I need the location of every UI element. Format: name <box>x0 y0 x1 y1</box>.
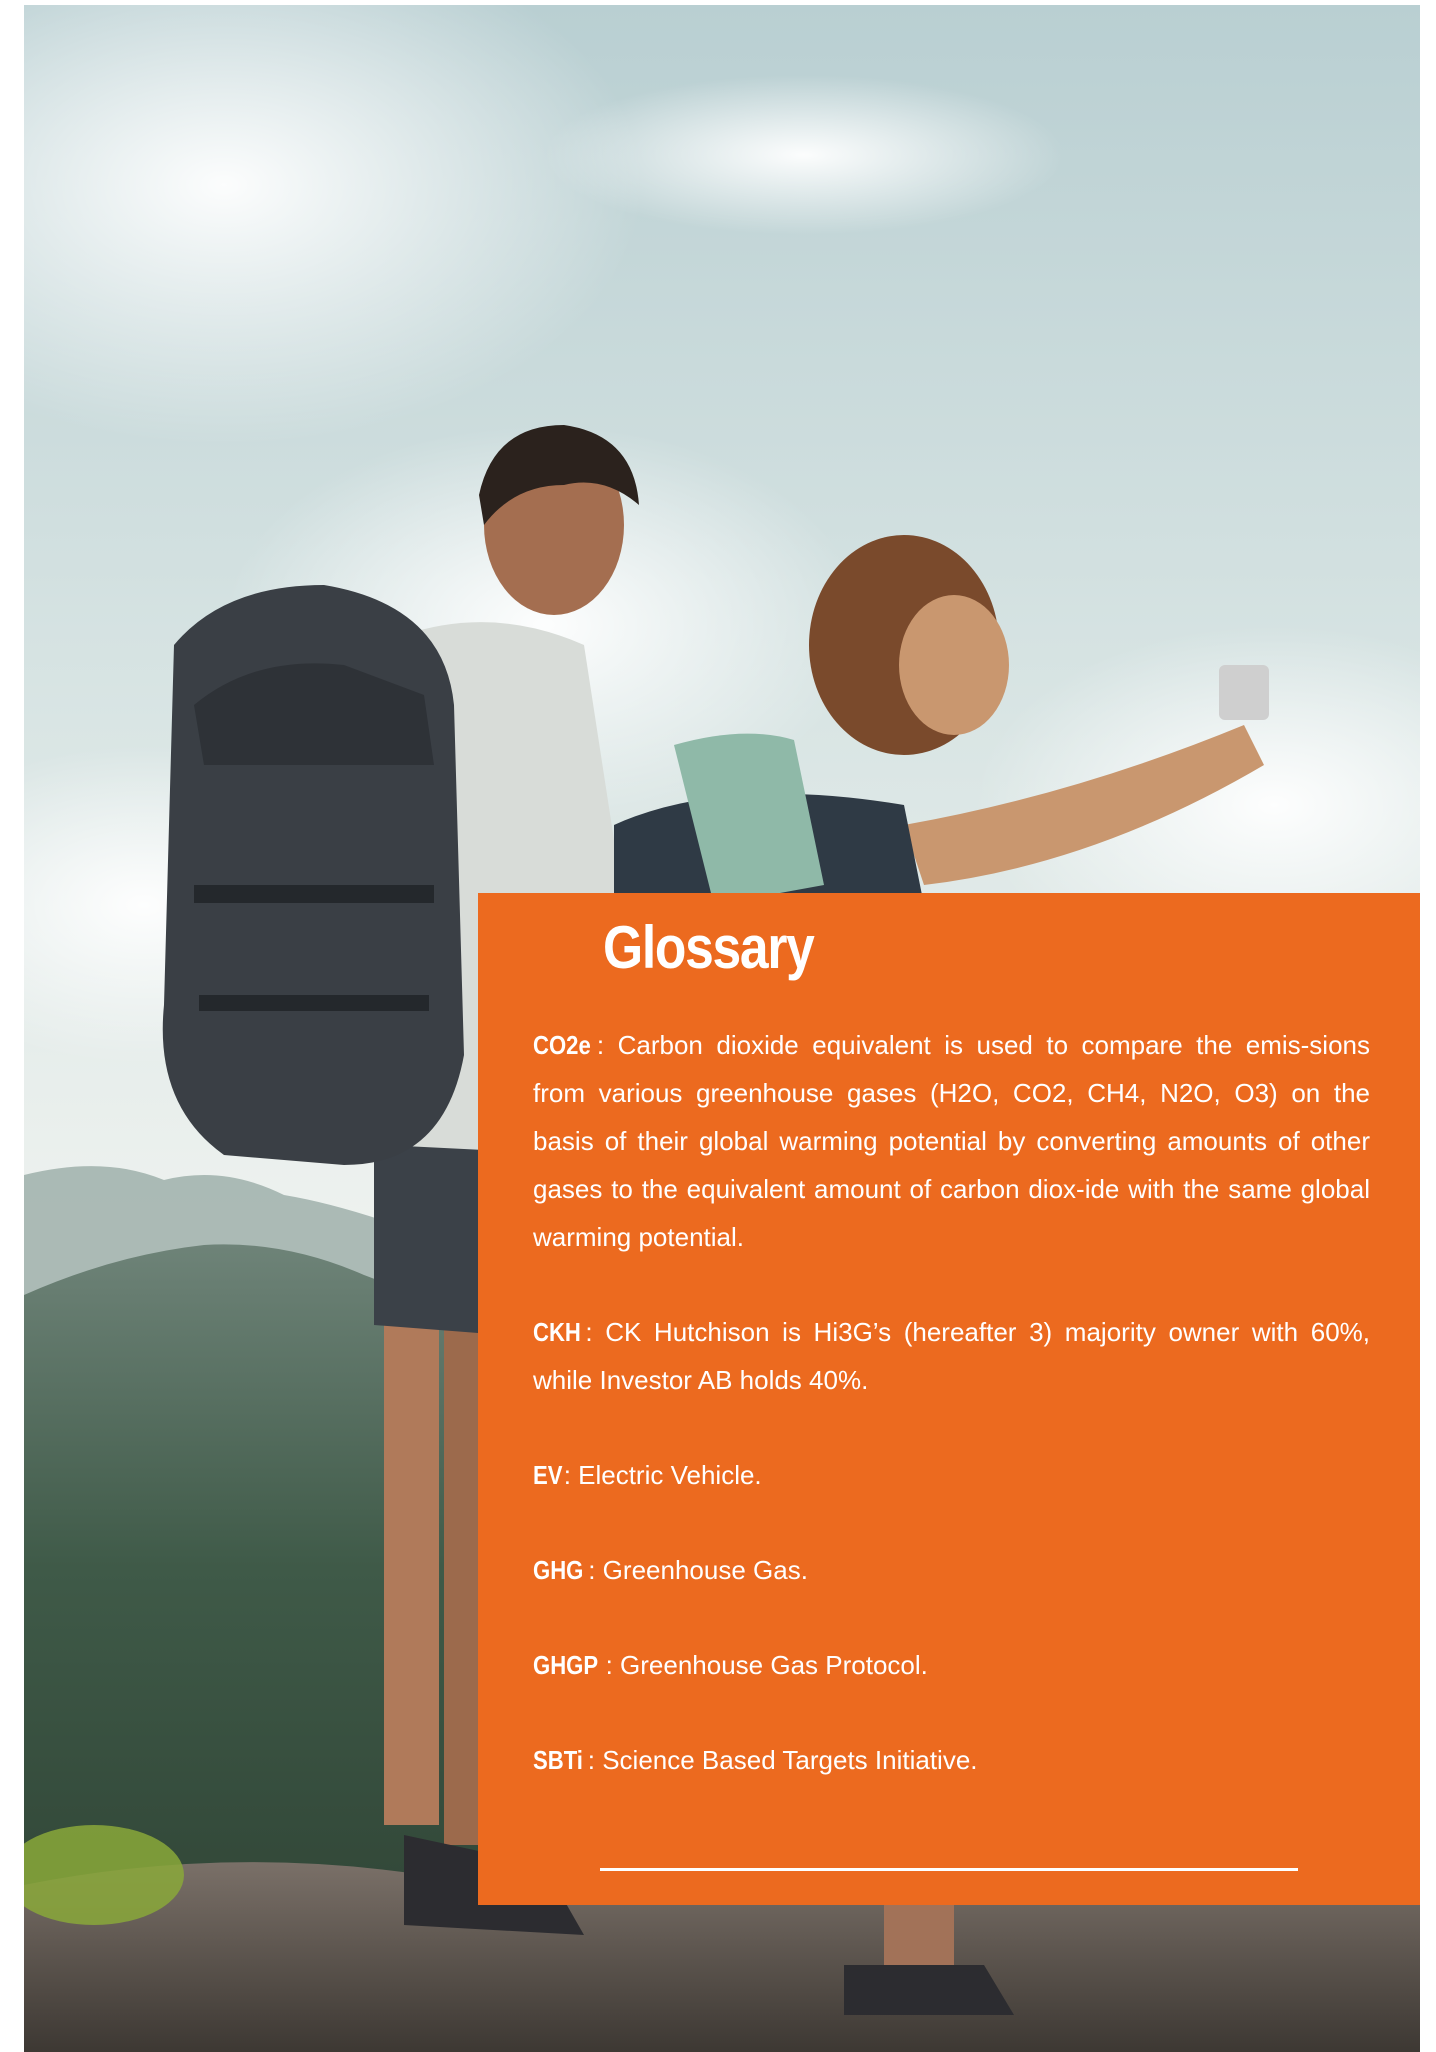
glossary-definition: : Science Based Targets Initiative. <box>587 1745 978 1775</box>
glossary-definition: : Carbon dioxide equivalent is used to c… <box>533 1030 1370 1252</box>
glossary-entry-ghg: GHG: Greenhouse Gas. <box>533 1546 1370 1594</box>
divider-line <box>600 1868 1298 1871</box>
glossary-term: CKH <box>533 1317 581 1347</box>
glossary-entry-co2e: CO2e: Carbon dioxide equivalent is used … <box>533 1021 1370 1261</box>
glossary-entry-ev: EV: Electric Vehicle. <box>533 1451 1370 1499</box>
glossary-definition: : CK Hutchison is Hi3G’s (hereafter 3) m… <box>533 1317 1370 1395</box>
glossary-list: CO2e: Carbon dioxide equivalent is used … <box>533 1021 1370 1831</box>
glossary-title: Glossary <box>603 914 815 981</box>
glossary-term: GHG <box>533 1555 584 1585</box>
glossary-term: EV <box>533 1460 563 1490</box>
glossary-definition: : Greenhouse Gas Protocol. <box>605 1650 928 1680</box>
glossary-term: GHGP <box>533 1650 599 1680</box>
glossary-entry-ghgp: GHGP: Greenhouse Gas Protocol. <box>533 1641 1370 1689</box>
glossary-entry-sbti: SBTi: Science Based Targets Initiative. <box>533 1736 1370 1784</box>
glossary-term: CO2e <box>533 1030 591 1060</box>
glossary-term: SBTi <box>533 1745 583 1775</box>
glossary-definition: : Greenhouse Gas. <box>588 1555 808 1585</box>
glossary-definition: : Electric Vehicle. <box>563 1460 762 1490</box>
glossary-panel: Glossary CO2e: Carbon dioxide equivalent… <box>478 893 1420 1905</box>
glossary-entry-ckh: CKH: CK Hutchison is Hi3G’s (hereafter 3… <box>533 1308 1370 1404</box>
